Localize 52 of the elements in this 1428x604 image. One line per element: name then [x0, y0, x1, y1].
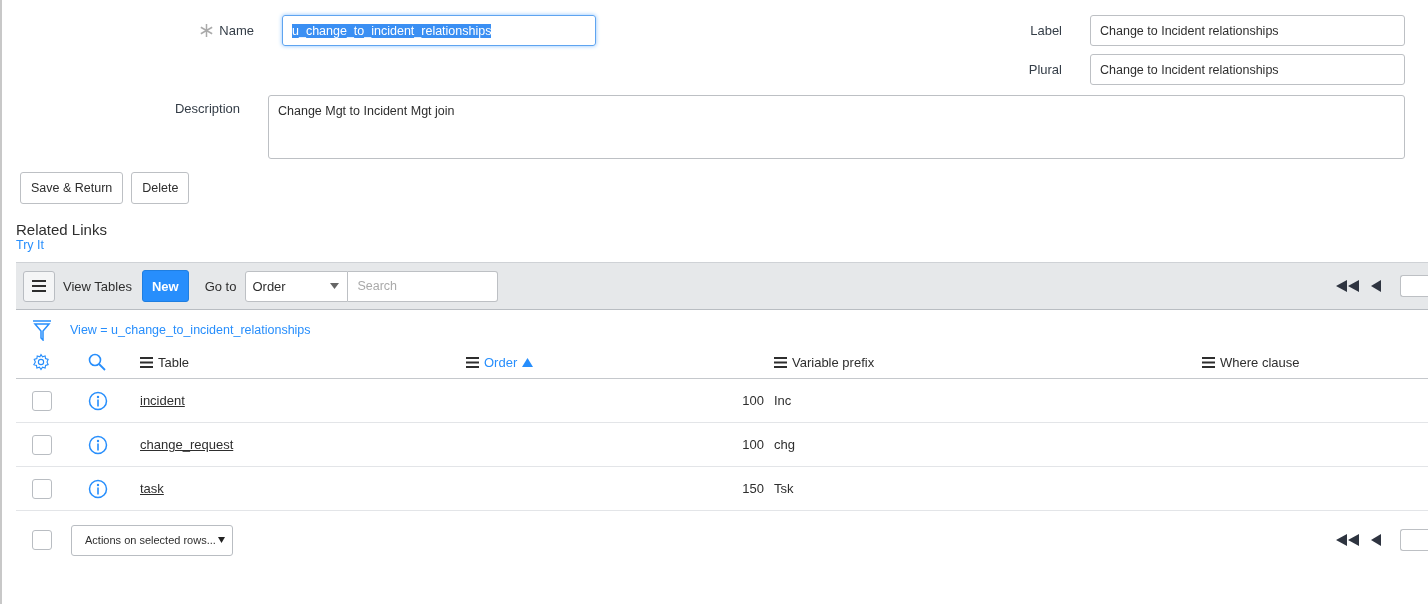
table-cell: chg — [774, 437, 795, 452]
table-cell: 150 — [742, 481, 764, 496]
previous-page-icon[interactable] — [1370, 534, 1382, 546]
table-link[interactable]: incident — [140, 393, 185, 408]
search-field[interactable]: Search — [348, 270, 499, 302]
actions-select[interactable]: Actions on selected rows... — [71, 524, 233, 556]
info-icon[interactable] — [88, 478, 108, 499]
goto-select[interactable]: Order — [245, 270, 349, 302]
form-button[interactable]: Save & Return — [20, 172, 124, 204]
label-field[interactable]: Change to Incident relationships — [1090, 15, 1405, 46]
plural-field[interactable]: Change to Incident relationships — [1090, 54, 1405, 85]
row-checkbox[interactable] — [32, 390, 52, 411]
column-menu-icon[interactable] — [140, 356, 153, 368]
column-header[interactable]: Variable prefix — [792, 354, 875, 370]
field-label: Plural — [1028, 62, 1062, 77]
row-checkbox[interactable] — [32, 478, 52, 499]
column-menu-icon[interactable] — [774, 356, 787, 368]
form-button[interactable]: Delete — [131, 172, 190, 204]
field-label: Label — [1030, 23, 1062, 38]
previous-page-icon[interactable] — [1370, 280, 1382, 292]
row-checkbox[interactable] — [32, 434, 52, 455]
field-label: Name — [219, 23, 254, 38]
table-link[interactable]: change_request — [140, 437, 234, 452]
field-label: Description — [174, 101, 240, 116]
section-title: Related Links — [16, 221, 107, 238]
search-icon[interactable] — [88, 353, 106, 371]
column-menu-icon[interactable] — [1202, 356, 1215, 368]
info-icon[interactable] — [88, 434, 108, 455]
goto-label: Go to — [204, 278, 237, 294]
column-header[interactable]: Where clause — [1220, 354, 1300, 370]
caret-icon — [218, 537, 225, 543]
menu-icon — [32, 280, 46, 292]
first-page-icon[interactable] — [1336, 534, 1360, 546]
select-all-checkbox[interactable] — [32, 530, 52, 550]
column-menu-icon[interactable] — [466, 356, 479, 368]
table-cell: Inc — [774, 393, 792, 408]
page-field[interactable] — [1400, 275, 1428, 297]
column-header[interactable]: Table — [158, 354, 190, 370]
table-cell: 100 — [742, 437, 764, 452]
first-page-icon[interactable] — [1336, 280, 1360, 292]
settings-icon[interactable] — [32, 353, 50, 371]
table-link[interactable]: task — [140, 481, 164, 496]
table-cell: Tsk — [774, 481, 794, 496]
list-title: View Tables — [63, 278, 132, 294]
menu-button[interactable] — [23, 270, 55, 302]
caret-icon — [330, 283, 340, 289]
page-field[interactable] — [1400, 529, 1428, 551]
filter-icon[interactable] — [32, 319, 52, 341]
sort-ascending-icon — [522, 357, 534, 367]
info-icon[interactable] — [88, 390, 108, 411]
description-field[interactable]: Change Mgt to Incident Mgt join — [268, 95, 1405, 159]
table-cell: 100 — [742, 393, 764, 408]
